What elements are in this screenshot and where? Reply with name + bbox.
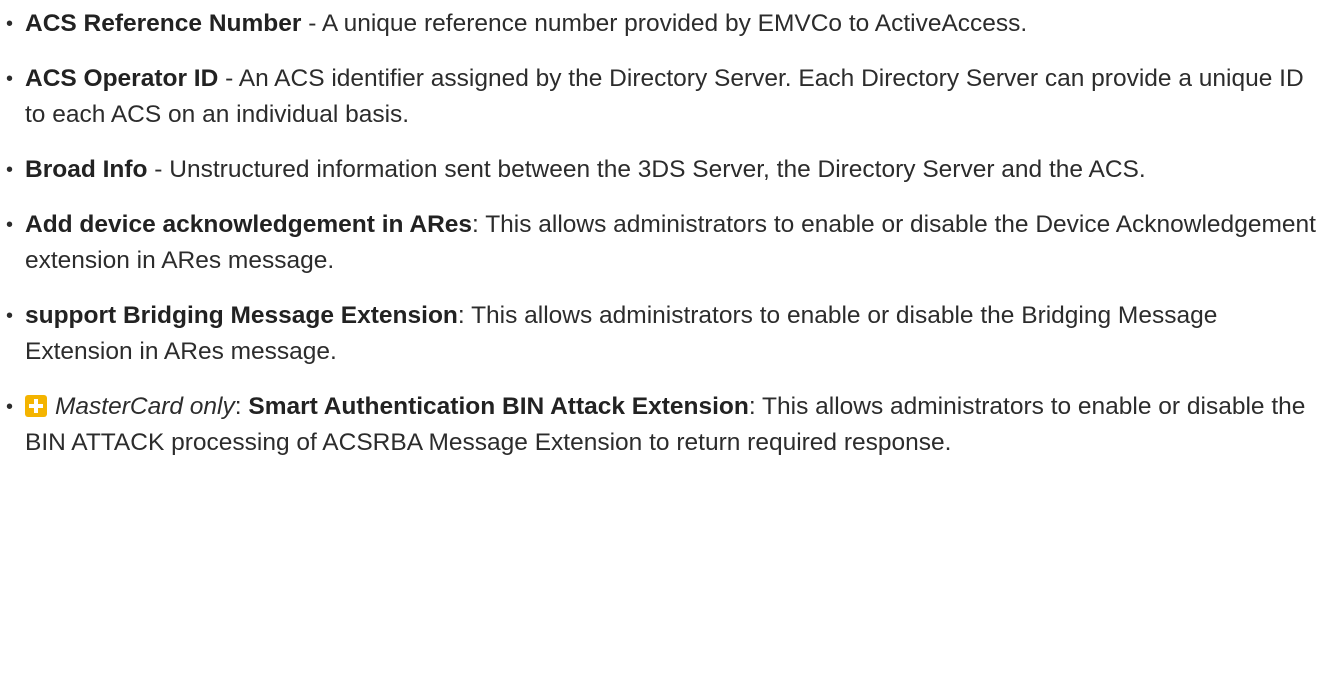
separator: : [472, 211, 486, 238]
bullet: • [6, 159, 14, 181]
list-item: • support Bridging Message Extension: Th… [0, 298, 1325, 370]
separator: - [218, 65, 239, 92]
list-item: • MasterCard only: Smart Authentication … [0, 389, 1325, 461]
bullet: • [6, 13, 14, 35]
bullet: • [6, 396, 14, 418]
bullet: • [6, 68, 14, 90]
term-label: support Bridging Message Extension [25, 302, 458, 329]
term-label: ACS Reference Number [25, 10, 302, 37]
list-item: • Add device acknowledgement in ARes: Th… [0, 207, 1325, 279]
separator: - [147, 156, 170, 183]
term-label: Broad Info [25, 156, 148, 183]
bullet: • [6, 305, 14, 327]
description-text: Unstructured information sent between th… [169, 156, 1146, 183]
qualifier-separator: : [234, 393, 249, 420]
bullet: • [6, 214, 14, 236]
list-item: • ACS Reference Number - A unique refere… [0, 6, 1325, 42]
term-label: Smart Authentication BIN Attack Extensio… [248, 393, 749, 420]
term-label: Add device acknowledgement in ARes [25, 211, 473, 238]
definition-list: • ACS Reference Number - A unique refere… [0, 6, 1340, 461]
separator: : [748, 393, 763, 420]
plus-icon [25, 395, 47, 417]
list-item: • Broad Info - Unstructured information … [0, 152, 1325, 188]
description-text: A unique reference number provided by EM… [321, 10, 1028, 37]
separator: : [457, 302, 472, 329]
term-label: ACS Operator ID [25, 65, 219, 92]
definition-list-container: • ACS Reference Number - A unique refere… [0, 0, 1340, 461]
qualifier-label: MasterCard only [55, 393, 235, 420]
separator: - [301, 10, 322, 37]
list-item: • ACS Operator ID - An ACS identifier as… [0, 61, 1325, 133]
